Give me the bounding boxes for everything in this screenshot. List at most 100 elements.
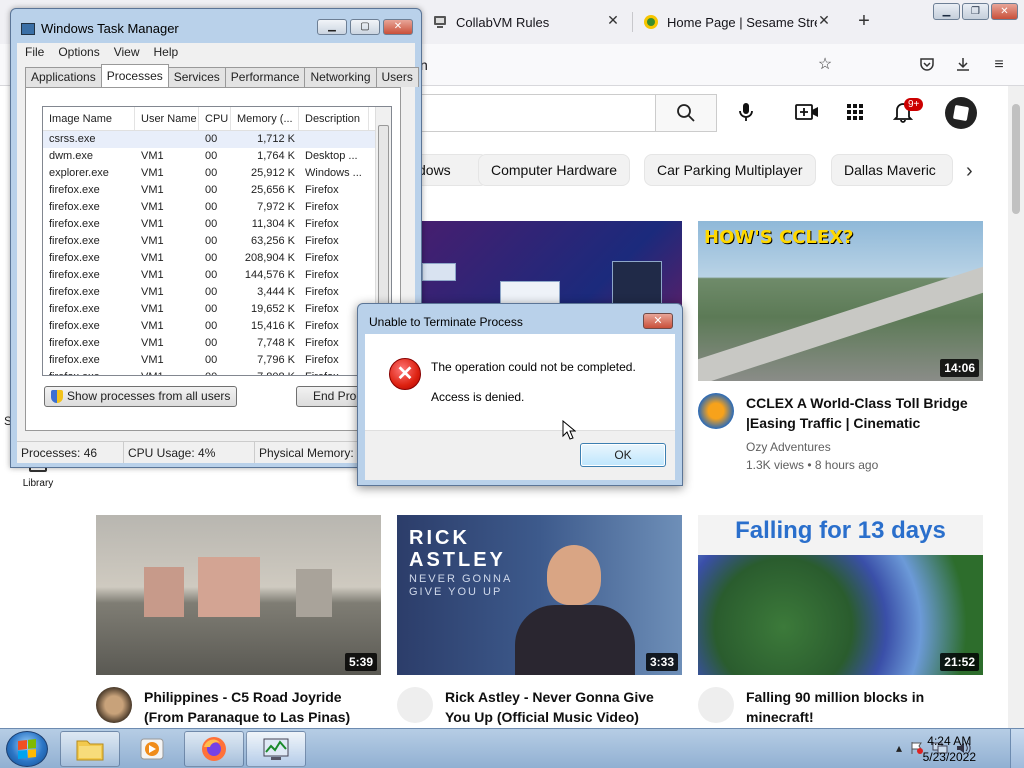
cpu-cell: 00 bbox=[205, 235, 218, 247]
video-title[interactable]: CCLEX A World-Class Toll Bridge |Easing … bbox=[746, 393, 968, 433]
column-image-name[interactable]: Image Name bbox=[43, 107, 135, 130]
downloads-icon[interactable] bbox=[954, 56, 972, 74]
taskbar-firefox-button[interactable] bbox=[184, 731, 244, 767]
title-bar[interactable]: Windows Task Manager bbox=[21, 21, 179, 36]
show-desktop-button[interactable] bbox=[1010, 729, 1024, 768]
search-icon bbox=[677, 104, 695, 122]
channel-avatar-ozy[interactable] bbox=[698, 393, 734, 429]
channel-avatar[interactable] bbox=[96, 687, 132, 723]
user-name-cell bbox=[135, 131, 199, 148]
video-thumbnail-cclex[interactable]: HOW'S CCLEX? 14:06 bbox=[698, 221, 983, 381]
process-row[interactable]: firefox.exe VM1 00 144,576 K Firefox bbox=[43, 267, 391, 284]
chip-car-parking-multiplayer[interactable]: Car Parking Multiplayer bbox=[644, 154, 816, 186]
tab-applications[interactable]: Applications bbox=[25, 67, 102, 87]
new-tab-button[interactable]: + bbox=[854, 10, 874, 33]
tab-label: CollabVM Rules bbox=[456, 14, 550, 30]
restore-button[interactable]: ❐ bbox=[962, 3, 989, 20]
process-row[interactable]: firefox.exe VM1 00 19,652 K Firefox bbox=[43, 301, 391, 318]
chip-dallas-mavericks[interactable]: Dallas Maveric bbox=[831, 154, 953, 186]
image-name-cell: firefox.exe bbox=[49, 235, 100, 247]
close-button[interactable]: ✕ bbox=[991, 3, 1018, 20]
video-thumbnail-c5-road[interactable]: 5:39 bbox=[96, 515, 381, 675]
process-row[interactable]: firefox.exe VM1 00 11,304 K Firefox bbox=[43, 216, 391, 233]
chip-computer-hardware[interactable]: Computer Hardware bbox=[478, 154, 631, 186]
menu-view[interactable]: View bbox=[114, 43, 140, 61]
bookmark-star-icon[interactable]: ☆ bbox=[816, 56, 834, 74]
process-row[interactable]: firefox.exe VM1 00 15,416 K Firefox bbox=[43, 318, 391, 335]
maximize-button[interactable]: ▢ bbox=[350, 19, 380, 35]
channel-avatar[interactable] bbox=[397, 687, 433, 723]
status-processes: Processes: 46 bbox=[17, 442, 124, 463]
process-list[interactable]: Image Name User Name CPU Memory (... Des… bbox=[42, 106, 392, 376]
create-video-icon[interactable] bbox=[795, 100, 819, 124]
channel-avatar[interactable] bbox=[698, 687, 734, 723]
process-row[interactable]: csrss.exe 00 1,712 K bbox=[43, 131, 391, 148]
show-all-processes-button[interactable]: Show processes from all users bbox=[44, 386, 238, 407]
menu-help[interactable]: Help bbox=[154, 43, 179, 61]
video-title[interactable]: Philippines - C5 Road Joyride (From Para… bbox=[144, 687, 350, 727]
search-button[interactable] bbox=[655, 94, 717, 132]
tab-sesame-street[interactable]: Home Page | Sesame Street | ✕ bbox=[643, 6, 833, 38]
taskbar-explorer-button[interactable] bbox=[60, 731, 120, 767]
video-title-line: |Easing Traffic | Cinematic bbox=[746, 415, 921, 431]
chips-next-chevron-icon[interactable]: › bbox=[966, 160, 973, 183]
scrollbar-thumb[interactable] bbox=[378, 125, 389, 305]
tab-collabvm-rules[interactable]: CollabVM Rules ✕ bbox=[432, 6, 622, 38]
process-row[interactable]: firefox.exe VM1 00 7,796 K Firefox bbox=[43, 352, 391, 369]
jacket-shape bbox=[515, 605, 635, 675]
ok-button[interactable]: OK bbox=[580, 443, 666, 467]
process-row[interactable]: explorer.exe VM1 00 25,912 K Windows ... bbox=[43, 165, 391, 182]
process-row[interactable]: dwm.exe VM1 00 1,764 K Desktop ... bbox=[43, 148, 391, 165]
menu-file[interactable]: File bbox=[25, 43, 44, 61]
process-row[interactable]: firefox.exeVM1007,808 KFirefox bbox=[43, 369, 391, 375]
taskbar-task-manager-button[interactable] bbox=[246, 731, 306, 767]
user-name-cell: VM1 bbox=[141, 184, 164, 196]
pocket-icon[interactable] bbox=[918, 56, 936, 74]
apps-grid-icon[interactable] bbox=[843, 100, 867, 124]
user-name-cell: VM1 bbox=[141, 252, 164, 264]
dialog-close-button[interactable]: ✕ bbox=[643, 313, 673, 329]
minimize-button[interactable]: ▁ bbox=[933, 3, 960, 20]
cpu-cell: 00 bbox=[205, 303, 218, 315]
tab-users[interactable]: Users bbox=[375, 67, 419, 87]
memory-cell: 7,796 K bbox=[257, 354, 295, 366]
dialog-body: ✕ The operation could not be completed. … bbox=[365, 334, 675, 480]
column-memory[interactable]: Memory (... bbox=[231, 107, 299, 130]
menu-hamburger-icon[interactable]: ≡ bbox=[990, 56, 1008, 74]
tab-close-icon[interactable]: ✕ bbox=[604, 12, 622, 29]
video-title-line: Philippines - C5 Road Joyride bbox=[144, 689, 342, 705]
show-hidden-icons-arrow-icon[interactable]: ▴ bbox=[896, 741, 902, 758]
menu-options[interactable]: Options bbox=[58, 43, 99, 61]
video-title[interactable]: Rick Astley - Never Gonna Give You Up (O… bbox=[445, 687, 654, 727]
tab-performance[interactable]: Performance bbox=[224, 67, 306, 87]
description-cell: Firefox bbox=[305, 235, 339, 247]
process-row[interactable]: firefox.exe VM1 00 7,972 K Firefox bbox=[43, 199, 391, 216]
process-row[interactable]: firefox.exe VM1 00 208,904 K Firefox bbox=[43, 250, 391, 267]
scrollbar-thumb[interactable] bbox=[1012, 104, 1020, 214]
account-avatar[interactable] bbox=[945, 97, 977, 129]
close-button[interactable]: ✕ bbox=[383, 19, 413, 35]
tab-processes[interactable]: Processes bbox=[100, 64, 169, 87]
taskbar-media-player-button[interactable] bbox=[122, 731, 182, 767]
media-player-icon bbox=[140, 738, 164, 760]
video-thumbnail-minecraft[interactable]: Falling for 13 days 21:52 bbox=[698, 515, 983, 675]
page-scrollbar[interactable] bbox=[1008, 86, 1024, 728]
tab-networking[interactable]: Networking bbox=[304, 67, 377, 87]
start-button[interactable] bbox=[6, 731, 48, 767]
column-user-name[interactable]: User Name bbox=[135, 107, 199, 130]
tab-close-icon[interactable]: ✕ bbox=[815, 12, 833, 29]
microphone-icon[interactable] bbox=[734, 100, 758, 124]
process-row[interactable]: firefox.exe VM1 00 7,748 K Firefox bbox=[43, 335, 391, 352]
process-row[interactable]: firefox.exe VM1 00 63,256 K Firefox bbox=[43, 233, 391, 250]
channel-name[interactable]: Ozy Adventures bbox=[746, 438, 878, 456]
process-row[interactable]: firefox.exe VM1 00 3,444 K Firefox bbox=[43, 284, 391, 301]
column-description[interactable]: Description bbox=[299, 107, 369, 130]
video-thumbnail-rick-astley[interactable]: RICK ASTLEY NEVER GONNA GIVE YOU UP 3:33 bbox=[397, 515, 682, 675]
search-input[interactable] bbox=[420, 94, 655, 132]
minimize-button[interactable]: ▁ bbox=[317, 19, 347, 35]
tab-services[interactable]: Services bbox=[167, 67, 226, 87]
column-cpu[interactable]: CPU bbox=[199, 107, 231, 130]
process-row[interactable]: firefox.exe VM1 00 25,656 K Firefox bbox=[43, 182, 391, 199]
video-title[interactable]: Falling 90 million blocks in minecraft! bbox=[746, 687, 924, 727]
system-clock[interactable]: 4:24 AM 5/23/2022 bbox=[923, 733, 976, 765]
